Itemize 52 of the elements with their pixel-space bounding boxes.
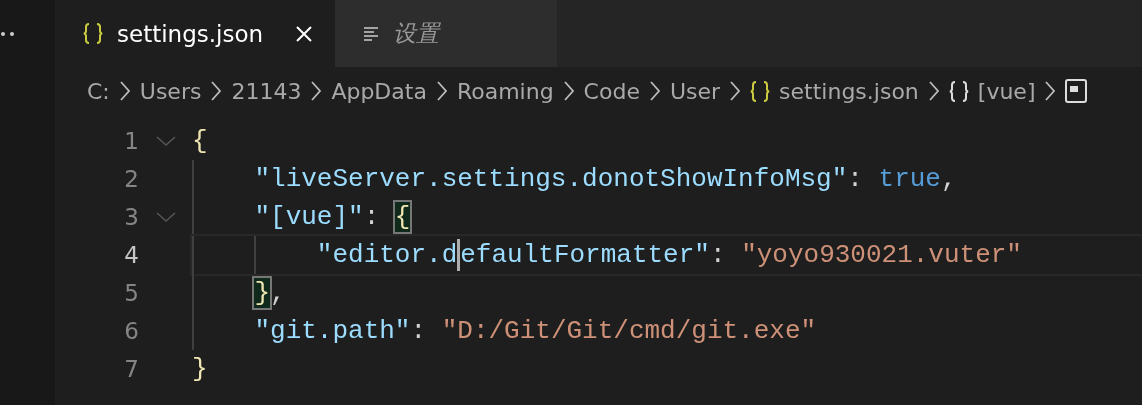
editor-tab[interactable]: settings.json <box>55 0 335 67</box>
property-icon <box>1065 79 1088 103</box>
line-number: 5 <box>123 280 139 306</box>
code-token: , <box>940 164 957 194</box>
breadcrumb-item[interactable]: AppData <box>331 78 427 104</box>
chevron-right-icon <box>435 80 448 102</box>
code-token: : <box>410 316 428 346</box>
line-number: 4 <box>123 242 139 268</box>
code-token: : <box>709 240 727 270</box>
chevron-right-icon <box>210 80 223 102</box>
code-token: "editor.d <box>316 240 458 270</box>
code-token: efaultFormatter" <box>460 240 710 270</box>
line-number: 3 <box>123 204 139 230</box>
code-token: "[vue]" <box>254 202 364 232</box>
breadcrumb-item[interactable]: 21143 <box>231 78 302 104</box>
breadcrumb-item[interactable]: Code <box>583 78 640 104</box>
code-token: { <box>394 202 411 232</box>
chevron-right-icon <box>562 80 575 102</box>
code-token: "yoyo930021.vuter" <box>741 240 1022 270</box>
code-token: , <box>270 278 286 308</box>
code-token: "git.path" <box>254 316 411 346</box>
braces-icon <box>750 79 771 103</box>
chevron-right-icon <box>1044 80 1057 102</box>
chevron-right-icon <box>648 80 661 102</box>
code-token: "liveServer.settings.donotShowInfoMsg" <box>254 164 848 194</box>
close-icon <box>295 24 313 43</box>
code-token: : <box>363 202 381 232</box>
breadcrumb-item[interactable]: C: <box>87 78 110 104</box>
chevron-right-icon <box>118 80 131 102</box>
code-token: } <box>254 278 271 308</box>
code-token: } <box>192 354 208 384</box>
chevron-right-icon <box>310 80 323 102</box>
code-token: "D:/Git/Git/cmd/git.exe" <box>441 316 817 346</box>
breadcrumb-item[interactable]: Users <box>139 78 202 104</box>
code-token: true <box>878 164 941 194</box>
breadcrumb-item[interactable]: [vue] <box>977 78 1036 104</box>
code-token: { <box>192 126 208 156</box>
list-icon <box>363 25 379 42</box>
line-number: 2 <box>123 166 139 192</box>
breadcrumb-item[interactable]: settings.json <box>779 78 919 104</box>
code-token: : <box>847 164 864 194</box>
chevron-right-icon <box>729 80 742 102</box>
line-number: 6 <box>123 318 139 344</box>
braces-icon <box>948 79 969 103</box>
more-icon[interactable] <box>1 31 15 37</box>
chevron-right-icon <box>927 80 940 102</box>
line-number: 1 <box>123 128 139 154</box>
braces-icon <box>83 22 103 45</box>
line-number: 7 <box>123 356 139 382</box>
breadcrumb-item[interactable]: User <box>669 78 721 104</box>
editor-tab[interactable]: 设置 <box>335 0 557 67</box>
breadcrumb-item[interactable]: Roaming <box>456 78 554 104</box>
